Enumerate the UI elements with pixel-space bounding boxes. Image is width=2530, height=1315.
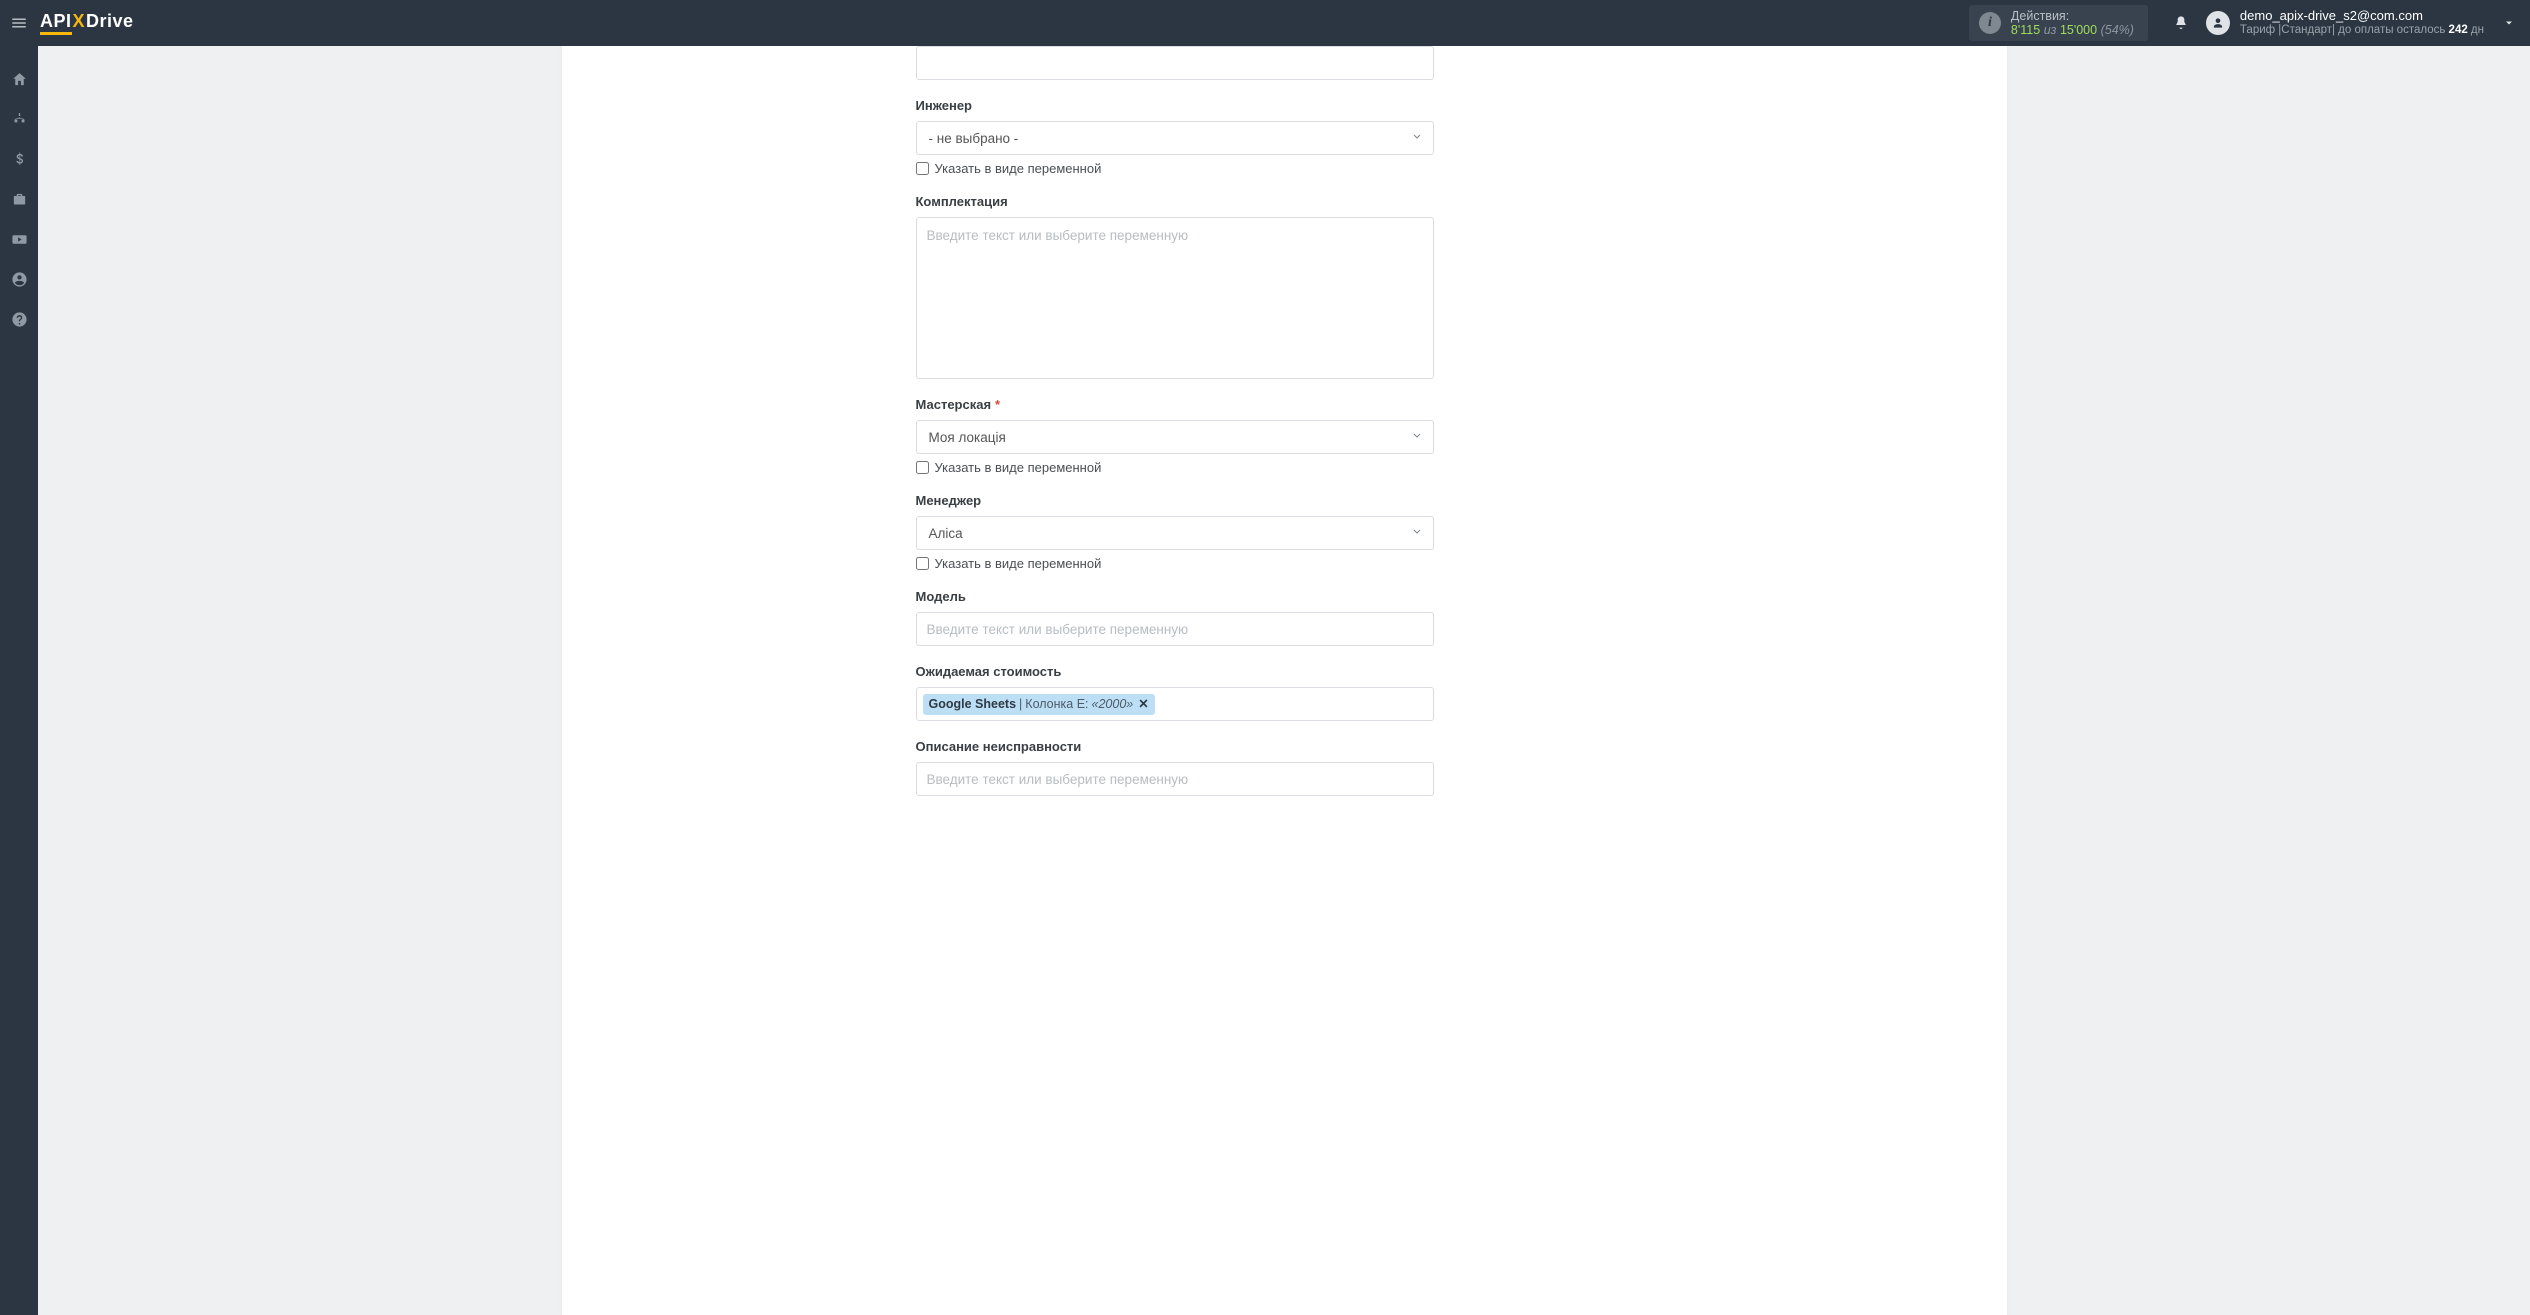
- sitemap-icon: [11, 111, 28, 128]
- chevron-down-icon: [1411, 131, 1423, 146]
- menu-toggle-button[interactable]: [0, 0, 38, 46]
- checkbox-manager-variable-label: Указать в виде переменной: [935, 556, 1102, 571]
- actions-counter[interactable]: i Действия: 8'115 из 15'000 (54%): [1969, 5, 2148, 41]
- user-menu-caret[interactable]: [2494, 17, 2524, 29]
- label-engineer: Инженер: [916, 98, 1434, 113]
- select-manager[interactable]: Аліса: [916, 516, 1434, 550]
- select-workshop-value: Моя локація: [929, 430, 1006, 445]
- tag-value: «2000»: [1092, 697, 1134, 712]
- user-text: demo_apix-drive_s2@com.com Тариф |Станда…: [2240, 9, 2484, 37]
- textarea-kit[interactable]: Введите текст или выберите переменную: [916, 217, 1434, 379]
- label-fault: Описание неисправности: [916, 739, 1434, 754]
- select-workshop[interactable]: Моя локація: [916, 420, 1434, 454]
- chevron-down-icon: [2503, 17, 2515, 29]
- tag-expected-cost[interactable]: Google Sheets | Колонка E: «2000» ✕: [923, 694, 1155, 715]
- select-engineer-value: - не выбрано -: [929, 131, 1019, 146]
- nav-help[interactable]: [0, 308, 38, 330]
- nav-briefcase[interactable]: [0, 188, 38, 210]
- label-workshop-text: Мастерская: [916, 397, 992, 412]
- checkbox-workshop-variable-input[interactable]: [916, 461, 929, 474]
- notifications-button[interactable]: [2166, 15, 2196, 31]
- plan-suffix: дн: [2468, 24, 2484, 36]
- user-circle-icon: [11, 271, 28, 288]
- label-kit: Комплектация: [916, 194, 1434, 209]
- plan-prefix: Тариф |Стандарт| до оплаты осталось: [2240, 24, 2449, 36]
- info-icon: i: [1979, 12, 2001, 34]
- main-stage[interactable]: Инженер - не выбрано - Указать в виде пе…: [38, 46, 2530, 1315]
- question-icon: [11, 311, 28, 328]
- input-model[interactable]: [916, 612, 1434, 646]
- actions-label: Действия:: [2011, 9, 2134, 23]
- dollar-icon: [11, 151, 28, 168]
- input-prev-field[interactable]: [916, 46, 1434, 80]
- form-panel: Инженер - не выбрано - Указать в виде пе…: [562, 46, 2007, 1315]
- actions-of: из: [2044, 23, 2057, 37]
- tag-separator: |: [1019, 697, 1022, 712]
- nav-home[interactable]: [0, 68, 38, 90]
- checkbox-workshop-variable-label: Указать в виде переменной: [935, 460, 1102, 475]
- checkbox-workshop-variable[interactable]: Указать в виде переменной: [916, 460, 1434, 475]
- nav-video[interactable]: [0, 228, 38, 250]
- user-email: demo_apix-drive_s2@com.com: [2240, 9, 2484, 24]
- input-expected-cost[interactable]: Google Sheets | Колонка E: «2000» ✕: [916, 687, 1434, 721]
- user-icon: [2211, 16, 2225, 30]
- nav-connections[interactable]: [0, 108, 38, 130]
- select-manager-value: Аліса: [929, 526, 963, 541]
- hamburger-icon: [10, 14, 28, 32]
- sidebar: [0, 46, 38, 1315]
- brand-x: X: [72, 12, 87, 30]
- user-menu[interactable]: demo_apix-drive_s2@com.com Тариф |Станда…: [2206, 9, 2484, 37]
- brand-drive: Drive: [86, 12, 134, 30]
- topbar: APIXDrive i Действия: 8'115 из 15'000 (5…: [0, 0, 2530, 46]
- chevron-down-icon: [1411, 526, 1423, 541]
- checkbox-engineer-variable-label: Указать в виде переменной: [935, 161, 1102, 176]
- nav-billing[interactable]: [0, 148, 38, 170]
- label-model: Модель: [916, 589, 1434, 604]
- checkbox-manager-variable-input[interactable]: [916, 557, 929, 570]
- required-icon: *: [995, 397, 1000, 412]
- checkbox-manager-variable[interactable]: Указать в виде переменной: [916, 556, 1434, 571]
- checkbox-engineer-variable[interactable]: Указать в виде переменной: [916, 161, 1434, 176]
- youtube-icon: [11, 231, 28, 248]
- actions-percent: (54%): [2101, 23, 2134, 37]
- actions-value-line: 8'115 из 15'000 (54%): [2011, 23, 2134, 37]
- home-icon: [11, 71, 28, 88]
- actions-total: 15'000: [2060, 23, 2097, 37]
- plan-days: 242: [2449, 24, 2468, 36]
- label-manager: Менеджер: [916, 493, 1434, 508]
- label-workshop: Мастерская *: [916, 397, 1434, 412]
- avatar: [2206, 11, 2230, 35]
- brand-api: API: [40, 12, 72, 35]
- briefcase-icon: [11, 191, 28, 208]
- select-engineer[interactable]: - не выбрано -: [916, 121, 1434, 155]
- checkbox-engineer-variable-input[interactable]: [916, 162, 929, 175]
- actions-value: 8'115: [2011, 23, 2040, 37]
- nav-account[interactable]: [0, 268, 38, 290]
- form-area: Инженер - не выбрано - Указать в виде пе…: [916, 46, 1434, 796]
- input-fault[interactable]: [916, 762, 1434, 796]
- tag-column: Колонка E:: [1025, 697, 1088, 712]
- user-plan: Тариф |Стандарт| до оплаты осталось 242 …: [2240, 24, 2484, 37]
- label-expected-cost: Ожидаемая стоимость: [916, 664, 1434, 679]
- chevron-down-icon: [1411, 430, 1423, 445]
- brand-logo[interactable]: APIXDrive: [40, 12, 134, 35]
- tag-source: Google Sheets: [929, 697, 1017, 712]
- bell-icon: [2173, 15, 2189, 31]
- tag-remove-button[interactable]: ✕: [1138, 697, 1148, 712]
